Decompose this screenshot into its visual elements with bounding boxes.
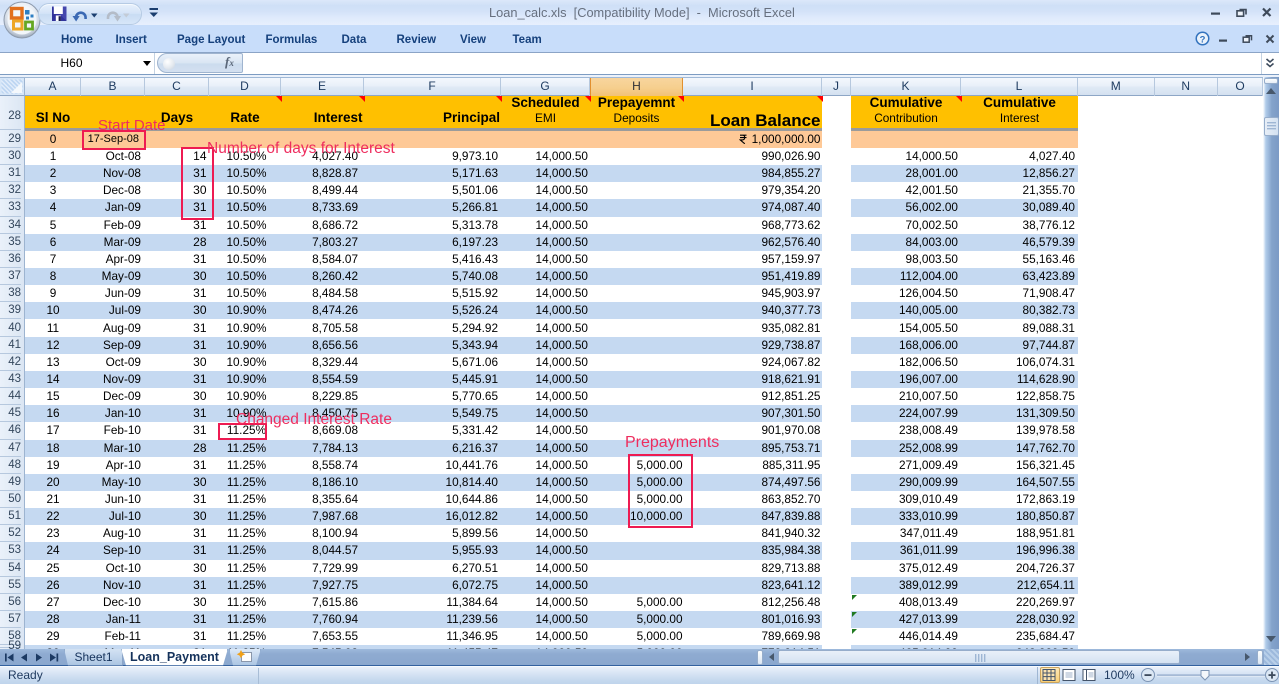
svg-text:?: ? [1200,35,1206,46]
